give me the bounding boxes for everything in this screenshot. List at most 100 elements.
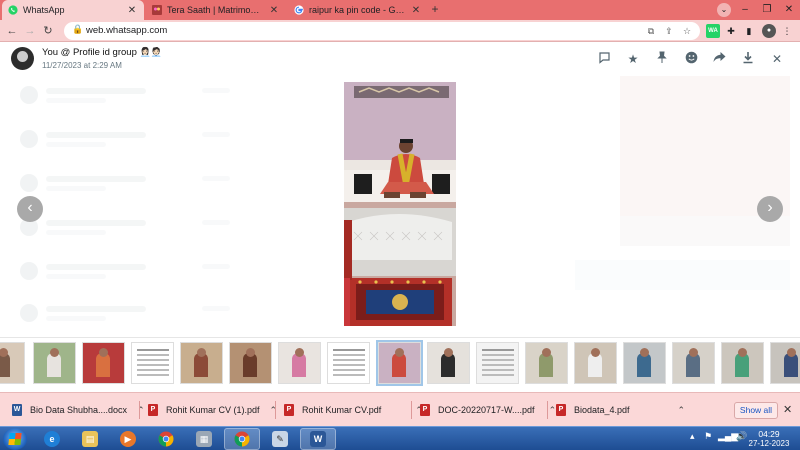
paint-icon: ✎ (272, 431, 288, 447)
media-thumbnail[interactable] (131, 342, 174, 384)
tab-label: Tera Saath | Matrimonial Site | Ba (167, 5, 264, 15)
pin-icon[interactable] (654, 51, 670, 67)
media-thumbnail-selected[interactable] (376, 340, 423, 386)
chevron-up-icon[interactable]: ⌃ (678, 405, 686, 416)
internet-explorer-icon: e (44, 431, 60, 447)
maximize-icon[interactable]: ❐ (756, 0, 778, 20)
taskbar-media-player[interactable]: ▶ (110, 428, 146, 450)
media-thumbnail[interactable] (327, 342, 370, 384)
taskbar-ie[interactable]: e (34, 428, 70, 450)
taskbar-paint[interactable]: ✎ (262, 428, 298, 450)
background-chat-bubble (575, 260, 790, 290)
lock-icon[interactable]: 🔒 (72, 24, 83, 35)
side-panel-icon[interactable]: ▮ (742, 24, 756, 38)
download-item[interactable]: P Biodata_4.pdf ⌃ (556, 400, 685, 420)
address-bar[interactable]: 🔒 web.whatsapp.com ⧉ ⇪ ☆ (64, 22, 700, 40)
more-menu-icon[interactable]: ⋮ (780, 24, 794, 38)
media-thumbnail[interactable] (229, 342, 272, 384)
download-filename: Bio Data Shubha....docx (30, 405, 128, 415)
tab-search-chevron-icon[interactable]: ⌄ (717, 3, 731, 17)
profile-avatar-icon[interactable]: ● (762, 24, 776, 38)
taskbar-calculator[interactable]: ▦ (186, 428, 222, 450)
whatsapp-extension-icon[interactable]: WA (706, 24, 720, 38)
tab-google-search[interactable]: raipur ka pin code - Google Search ✕ (288, 0, 428, 20)
download-icon[interactable] (740, 51, 756, 67)
new-tab-plus-icon[interactable]: + (428, 3, 442, 17)
tera-saath-icon (152, 5, 162, 15)
tab-whatsapp[interactable]: WhatsApp ✕ (2, 0, 144, 20)
chevron-up-icon[interactable]: ⌃ (549, 405, 557, 416)
system-clock[interactable]: 04:29 27-12-2023 (748, 429, 790, 449)
media-thumbnail[interactable] (672, 342, 715, 384)
tab-label: WhatsApp (23, 5, 65, 15)
media-thumbnail[interactable] (180, 342, 223, 384)
share-icon[interactable]: ⇪ (662, 24, 676, 38)
photo-content (344, 82, 456, 326)
ghost-chat-row (20, 126, 240, 156)
close-viewer-icon[interactable]: ✕ (769, 51, 785, 67)
previous-media-arrow-icon[interactable]: ‹ (17, 196, 43, 222)
media-thumbnail[interactable] (574, 342, 617, 384)
url-text[interactable]: web.whatsapp.com (86, 25, 167, 36)
close-tab-icon[interactable]: ✕ (410, 5, 422, 16)
media-thumbnail[interactable] (33, 342, 76, 384)
man-emoji-icon: 🧑🏻‍💼 (150, 47, 162, 57)
start-button[interactable] (3, 428, 27, 450)
download-filename: Rohit Kumar CV (1).pdf (166, 405, 260, 415)
media-viewer: You @ Profile id group 👩🏻‍💼🧑🏻‍💼 11/27/20… (0, 42, 800, 392)
media-thumbnail[interactable] (0, 342, 25, 384)
divider (411, 401, 412, 419)
ghost-chat-row (20, 300, 240, 330)
sender-avatar[interactable] (11, 47, 34, 70)
open-in-app-icon[interactable]: ⧉ (644, 24, 658, 38)
browser-tab-strip: WhatsApp ✕ Tera Saath | Matrimonial Site… (0, 0, 800, 20)
show-all-button[interactable]: Show all (734, 402, 778, 419)
bookmark-star-icon[interactable]: ☆ (680, 24, 694, 38)
media-photo[interactable] (344, 82, 456, 326)
emoji-icon[interactable] (683, 51, 699, 67)
folder-icon: ▤ (82, 431, 98, 447)
close-tab-icon[interactable]: ✕ (126, 5, 138, 16)
volume-icon[interactable]: 🔊 (736, 431, 747, 442)
taskbar-chrome[interactable] (148, 428, 184, 450)
media-thumbnail[interactable] (476, 342, 519, 384)
ghost-chat-row (20, 170, 240, 200)
download-filename: Biodata_4.pdf (574, 405, 630, 415)
pdf-file-icon: P (148, 404, 158, 416)
media-thumbnail[interactable] (278, 342, 321, 384)
clock-date: 27-12-2023 (748, 439, 790, 448)
download-item[interactable]: W Bio Data Shubha....docx ⌃ (12, 400, 145, 420)
media-thumbnail[interactable] (721, 342, 764, 384)
minimize-icon[interactable]: – (734, 0, 756, 20)
message-timestamp: 11/27/2023 at 2:29 AM (42, 61, 122, 70)
divider (139, 401, 140, 419)
close-tab-icon[interactable]: ✕ (268, 5, 280, 16)
back-arrow-icon[interactable]: ← (4, 23, 20, 39)
taskbar-chrome-active[interactable] (224, 428, 260, 450)
media-thumbnail[interactable] (525, 342, 568, 384)
tab-tera-saath[interactable]: Tera Saath | Matrimonial Site | Ba ✕ (146, 0, 286, 20)
media-thumbnail[interactable] (770, 342, 800, 384)
google-icon (294, 5, 304, 15)
tray-chevron-icon[interactable]: ▴ (690, 431, 695, 442)
forward-arrow-icon[interactable]: → (22, 23, 38, 39)
window-close-icon[interactable]: ✕ (778, 0, 800, 20)
download-item[interactable]: P Rohit Kumar CV.pdf ⌃ (284, 400, 423, 420)
media-thumbnail[interactable] (623, 342, 666, 384)
star-icon[interactable]: ★ (625, 51, 641, 67)
media-thumbnail[interactable] (427, 342, 470, 384)
extensions-puzzle-icon[interactable]: ✚ (724, 24, 738, 38)
close-downloads-icon[interactable]: ✕ (783, 403, 792, 416)
download-item[interactable]: P DOC-20220717-W....pdf ⌃ (420, 400, 556, 420)
reload-icon[interactable]: ↻ (40, 23, 56, 39)
taskbar-word[interactable]: W (300, 428, 336, 450)
divider (547, 401, 548, 419)
taskbar-explorer[interactable]: ▤ (72, 428, 108, 450)
media-thumbnail[interactable] (82, 342, 125, 384)
chat-icon[interactable] (596, 51, 612, 67)
next-media-arrow-icon[interactable]: › (757, 196, 783, 222)
download-item[interactable]: P Rohit Kumar CV (1).pdf ⌃ (148, 400, 277, 420)
calculator-icon: ▦ (196, 431, 212, 447)
forward-icon[interactable] (711, 51, 727, 67)
network-error-icon[interactable]: ⚑ (704, 431, 712, 442)
